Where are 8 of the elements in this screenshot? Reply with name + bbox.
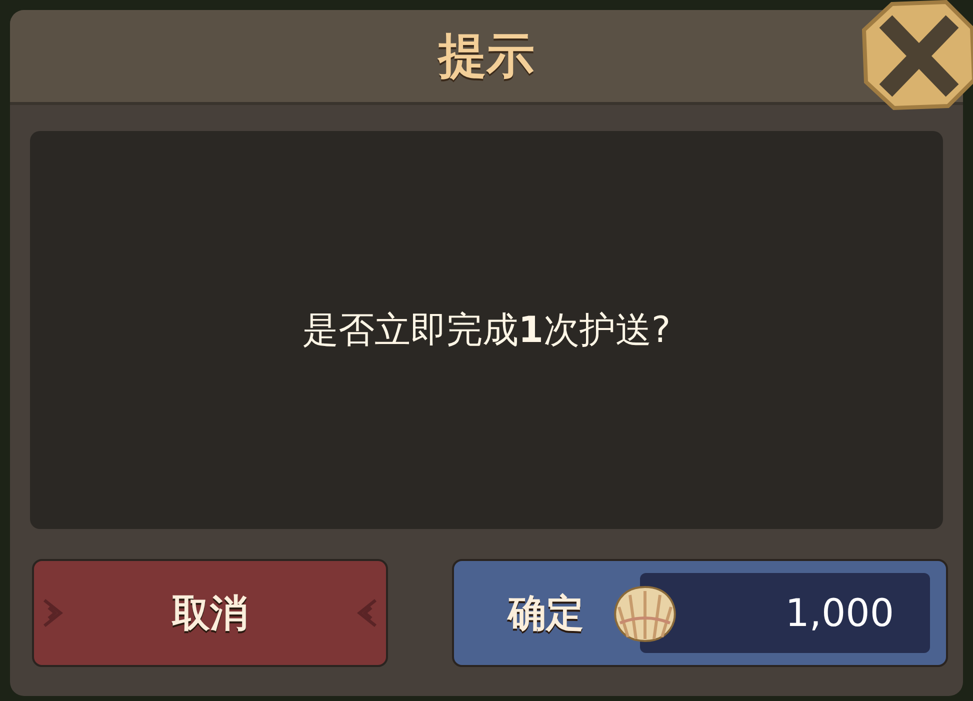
dialog-title: 提示 — [438, 27, 534, 86]
close-icon[interactable] — [862, 0, 973, 110]
arrow-icon — [356, 597, 378, 629]
cancel-button[interactable]: 取消 — [32, 559, 388, 667]
message-text: 是否立即完成1次护送? — [302, 308, 671, 352]
price-text: 1,000 — [785, 591, 894, 635]
arrow-icon — [42, 597, 64, 629]
confirm-button[interactable]: 确定 1,000 — [452, 559, 948, 667]
